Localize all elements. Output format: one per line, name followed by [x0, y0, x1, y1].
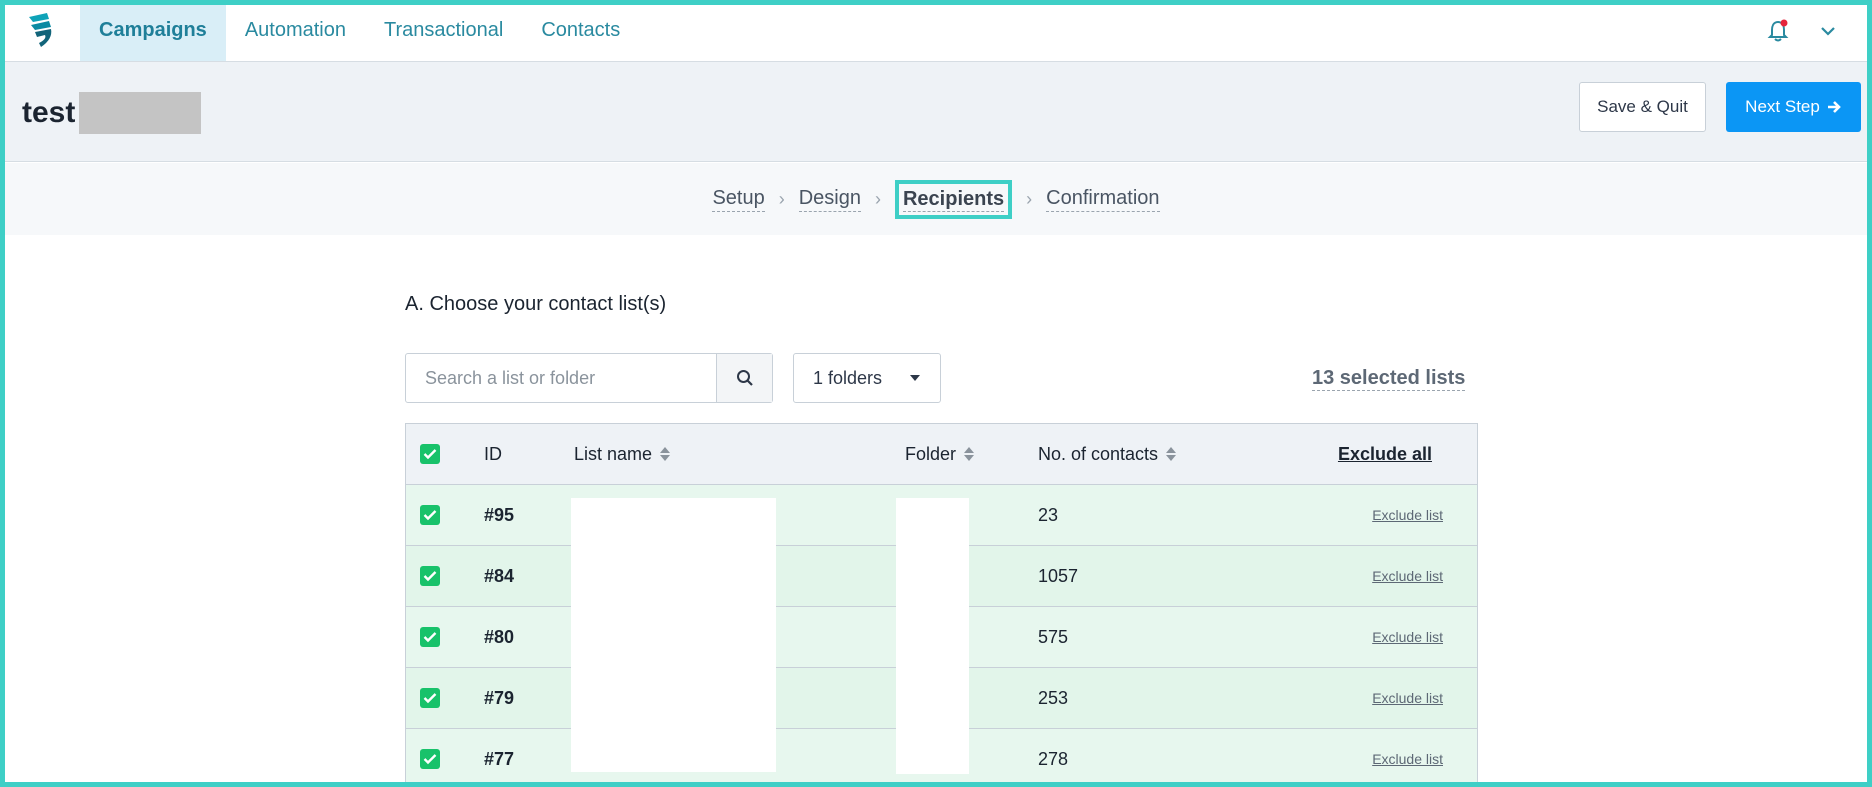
row-checkbox[interactable]	[420, 688, 440, 708]
column-header-folder[interactable]: Folder	[905, 424, 975, 484]
chevron-right-icon: ›	[1026, 188, 1033, 209]
sort-icon[interactable]	[660, 447, 671, 461]
search-input[interactable]	[406, 354, 716, 402]
checkmark-icon	[423, 449, 437, 460]
column-header-contacts-label: No. of contacts	[1038, 443, 1159, 464]
notifications-bell-icon[interactable]	[1748, 19, 1808, 43]
column-header-list-name-label: List name	[574, 443, 653, 464]
row-contacts: 1057	[1038, 565, 1079, 586]
notification-dot	[1780, 19, 1788, 26]
caret-down-icon	[910, 375, 920, 381]
folder-filter-select[interactable]: 1 folders	[793, 353, 941, 403]
row-contacts: 23	[1038, 504, 1059, 525]
column-header-id: ID	[484, 443, 502, 464]
column-header-folder-label: Folder	[905, 443, 957, 464]
step-recipients[interactable]: Recipients	[902, 187, 1005, 212]
campaign-title: test	[22, 92, 202, 134]
nav-tab-contacts[interactable]: Contacts	[522, 0, 639, 61]
brand-logo-icon[interactable]	[0, 0, 80, 61]
row-id: #84	[484, 565, 515, 586]
arrow-right-icon	[1827, 101, 1841, 113]
step-setup[interactable]: Setup	[712, 187, 765, 212]
select-all-checkbox[interactable]	[420, 444, 440, 464]
table-header-row: ID List name Folder No. of contacts Excl…	[406, 424, 1477, 485]
step-recipients-highlight: Recipients	[894, 179, 1013, 219]
step-breadcrumb: Setup › Design › Recipients › Confirmati…	[0, 163, 1872, 235]
step-design[interactable]: Design	[798, 187, 861, 212]
account-menu-chevron-down-icon[interactable]	[1808, 26, 1848, 36]
exclude-list-link[interactable]: Exclude list	[1372, 568, 1443, 584]
row-checkbox[interactable]	[420, 749, 440, 769]
row-id: #77	[484, 748, 515, 769]
selected-lists-count[interactable]: 13 selected lists	[1312, 367, 1466, 391]
row-contacts: 278	[1038, 748, 1069, 769]
save-quit-button[interactable]: Save & Quit	[1579, 82, 1706, 132]
folder-filter-value: 1 folders	[813, 367, 883, 388]
redacted-folder-names	[896, 498, 969, 774]
sort-icon[interactable]	[1166, 447, 1177, 461]
checkmark-icon	[423, 510, 437, 521]
row-checkbox[interactable]	[420, 627, 440, 647]
step-confirmation[interactable]: Confirmation	[1046, 187, 1160, 212]
row-contacts: 253	[1038, 687, 1069, 708]
next-step-button[interactable]: Next Step	[1726, 82, 1861, 132]
checkmark-icon	[423, 693, 437, 704]
nav-tab-transactional[interactable]: Transactional	[365, 0, 522, 61]
column-header-contacts[interactable]: No. of contacts	[1038, 424, 1177, 484]
next-step-label: Next Step	[1745, 97, 1820, 116]
nav-tab-automation[interactable]: Automation	[226, 0, 365, 61]
redacted-list-names	[571, 498, 776, 772]
campaign-title-text: test	[22, 96, 76, 129]
search-button[interactable]	[716, 354, 772, 402]
sort-icon[interactable]	[964, 447, 975, 461]
section-title: A. Choose your contact list(s)	[405, 293, 667, 315]
chevron-right-icon: ›	[874, 188, 881, 209]
top-navigation: Campaigns Automation Transactional Conta…	[0, 0, 1872, 62]
chevron-right-icon: ›	[778, 188, 785, 209]
list-search	[405, 353, 773, 403]
checkmark-icon	[423, 571, 437, 582]
redacted-title-block	[79, 92, 202, 134]
exclude-list-link[interactable]: Exclude list	[1372, 629, 1443, 645]
row-id: #79	[484, 687, 515, 708]
row-contacts: 575	[1038, 626, 1069, 647]
row-id: #95	[484, 504, 515, 525]
exclude-all-link[interactable]: Exclude all	[1338, 444, 1432, 465]
checkmark-icon	[423, 754, 437, 765]
row-checkbox[interactable]	[420, 566, 440, 586]
exclude-list-link[interactable]: Exclude list	[1372, 690, 1443, 706]
column-header-list-name[interactable]: List name	[574, 424, 671, 484]
campaign-header: test Save & Quit Next Step	[0, 62, 1872, 162]
search-icon	[736, 370, 753, 386]
exclude-list-link[interactable]: Exclude list	[1372, 507, 1443, 523]
row-id: #80	[484, 626, 515, 647]
checkmark-icon	[423, 632, 437, 643]
nav-tab-campaigns[interactable]: Campaigns	[80, 0, 226, 61]
row-checkbox[interactable]	[420, 505, 440, 525]
exclude-list-link[interactable]: Exclude list	[1372, 751, 1443, 767]
